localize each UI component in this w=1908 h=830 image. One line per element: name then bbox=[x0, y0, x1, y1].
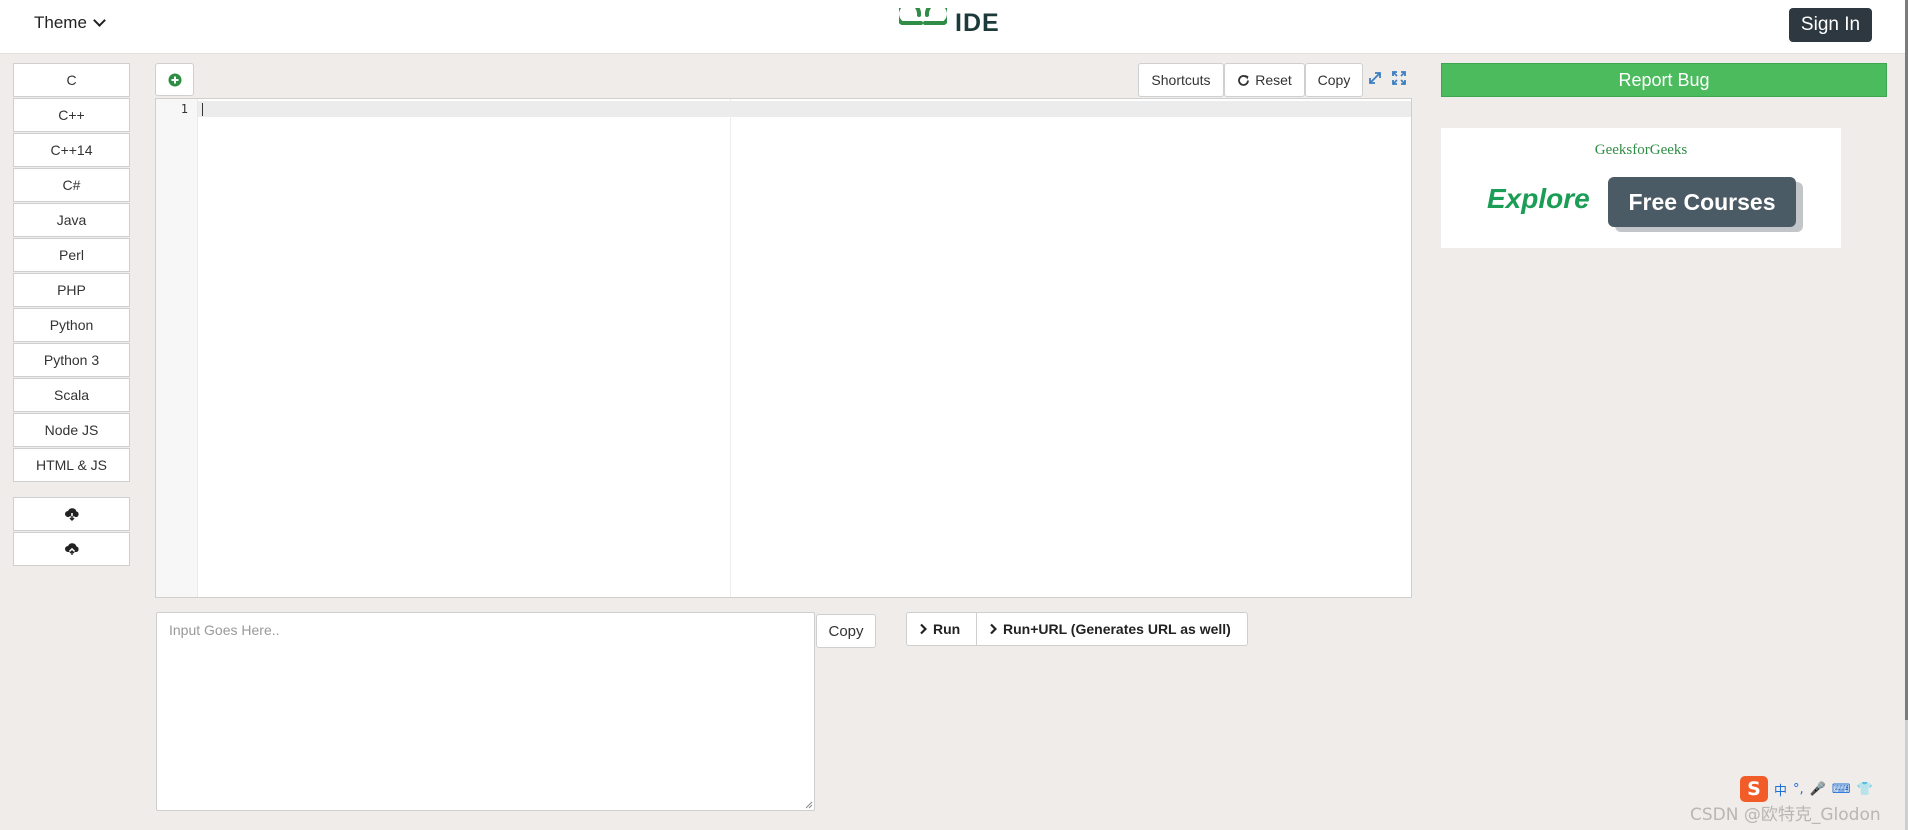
logo[interactable]: IDE bbox=[899, 8, 1000, 38]
expand-icon[interactable] bbox=[1366, 69, 1384, 87]
report-bug-button[interactable]: Report Bug bbox=[1441, 63, 1887, 97]
fullscreen-icon[interactable] bbox=[1390, 69, 1408, 87]
run-label: Run bbox=[933, 621, 961, 637]
active-line-highlight bbox=[156, 101, 1411, 117]
free-courses-button[interactable]: Free Courses bbox=[1608, 177, 1796, 227]
copy-code-label: Copy bbox=[1317, 72, 1351, 88]
line-number-gutter bbox=[156, 99, 198, 597]
skin-icon[interactable]: 👕 bbox=[1857, 782, 1873, 797]
run-button-group: Run Run+URL (Generates URL as well) bbox=[906, 612, 1248, 646]
chevron-right-icon bbox=[990, 623, 997, 635]
language-button-cpp14[interactable]: C++14 bbox=[13, 133, 130, 167]
language-button-html-js[interactable]: HTML & JS bbox=[13, 448, 130, 482]
ad-brand: GeeksforGeeks bbox=[1594, 142, 1688, 158]
language-button-cpp[interactable]: C++ bbox=[13, 98, 130, 132]
add-file-button[interactable] bbox=[155, 63, 194, 96]
chevron-down-icon bbox=[93, 14, 106, 27]
shortcuts-label: Shortcuts bbox=[1151, 72, 1211, 88]
refresh-icon bbox=[1238, 74, 1250, 86]
print-margin bbox=[730, 99, 731, 597]
ime-chinese-mode[interactable]: 中 bbox=[1774, 780, 1787, 799]
language-list: C C++ C++14 C# Java Perl PHP Python Pyth… bbox=[13, 63, 130, 483]
run-url-label: Run+URL (Generates URL as well) bbox=[1003, 621, 1231, 637]
plus-circle-icon bbox=[168, 73, 181, 86]
code-editor[interactable]: 1 bbox=[155, 98, 1412, 598]
language-button-scala[interactable]: Scala bbox=[13, 378, 130, 412]
sogou-ime-icon[interactable]: S bbox=[1740, 776, 1768, 802]
sign-in-button[interactable]: Sign In bbox=[1789, 8, 1872, 42]
language-button-python[interactable]: Python bbox=[13, 308, 130, 342]
ad-banner[interactable]: GeeksforGeeks Explore Free Courses bbox=[1441, 128, 1841, 248]
logo-text: IDE bbox=[955, 8, 1000, 37]
run-button[interactable]: Run bbox=[906, 612, 977, 646]
cloud-upload-icon bbox=[64, 543, 79, 555]
language-button-csharp[interactable]: C# bbox=[13, 168, 130, 202]
gfg-logo-icon bbox=[899, 8, 947, 25]
microphone-icon[interactable]: 🎤 bbox=[1810, 782, 1826, 797]
copy-code-button[interactable]: Copy bbox=[1305, 63, 1363, 97]
top-header: Theme IDE Sign In bbox=[0, 0, 1905, 54]
language-button-python3[interactable]: Python 3 bbox=[13, 343, 130, 377]
run-url-button[interactable]: Run+URL (Generates URL as well) bbox=[977, 612, 1248, 646]
resize-handle-icon[interactable] bbox=[804, 800, 813, 809]
download-button[interactable] bbox=[13, 497, 130, 531]
text-cursor bbox=[202, 103, 203, 116]
theme-dropdown[interactable]: Theme bbox=[34, 13, 106, 33]
keyboard-icon[interactable]: ⌨ bbox=[1832, 782, 1851, 797]
reset-button[interactable]: Reset bbox=[1224, 63, 1305, 97]
language-button-perl[interactable]: Perl bbox=[13, 238, 130, 272]
copy-input-button[interactable]: Copy bbox=[816, 614, 876, 648]
reset-label: Reset bbox=[1255, 72, 1292, 88]
cloud-download-icon bbox=[64, 508, 79, 521]
ad-explore-text: Explore bbox=[1487, 183, 1590, 214]
theme-label: Theme bbox=[34, 13, 87, 32]
language-button-java[interactable]: Java bbox=[13, 203, 130, 237]
cloud-buttons bbox=[13, 497, 130, 567]
language-button-php[interactable]: PHP bbox=[13, 273, 130, 307]
line-number: 1 bbox=[180, 102, 188, 116]
ime-toolbar: S 中 °, 🎤 ⌨ 👕 bbox=[1740, 776, 1873, 802]
watermark: CSDN @欧特克_Glodon bbox=[1690, 805, 1881, 825]
language-button-nodejs[interactable]: Node JS bbox=[13, 413, 130, 447]
shortcuts-button[interactable]: Shortcuts bbox=[1138, 63, 1224, 97]
stdin-input[interactable] bbox=[156, 612, 815, 811]
chevron-right-icon bbox=[920, 623, 927, 635]
language-button-c[interactable]: C bbox=[13, 63, 130, 97]
ime-punctuation[interactable]: °, bbox=[1793, 782, 1804, 797]
upload-button[interactable] bbox=[13, 532, 130, 566]
